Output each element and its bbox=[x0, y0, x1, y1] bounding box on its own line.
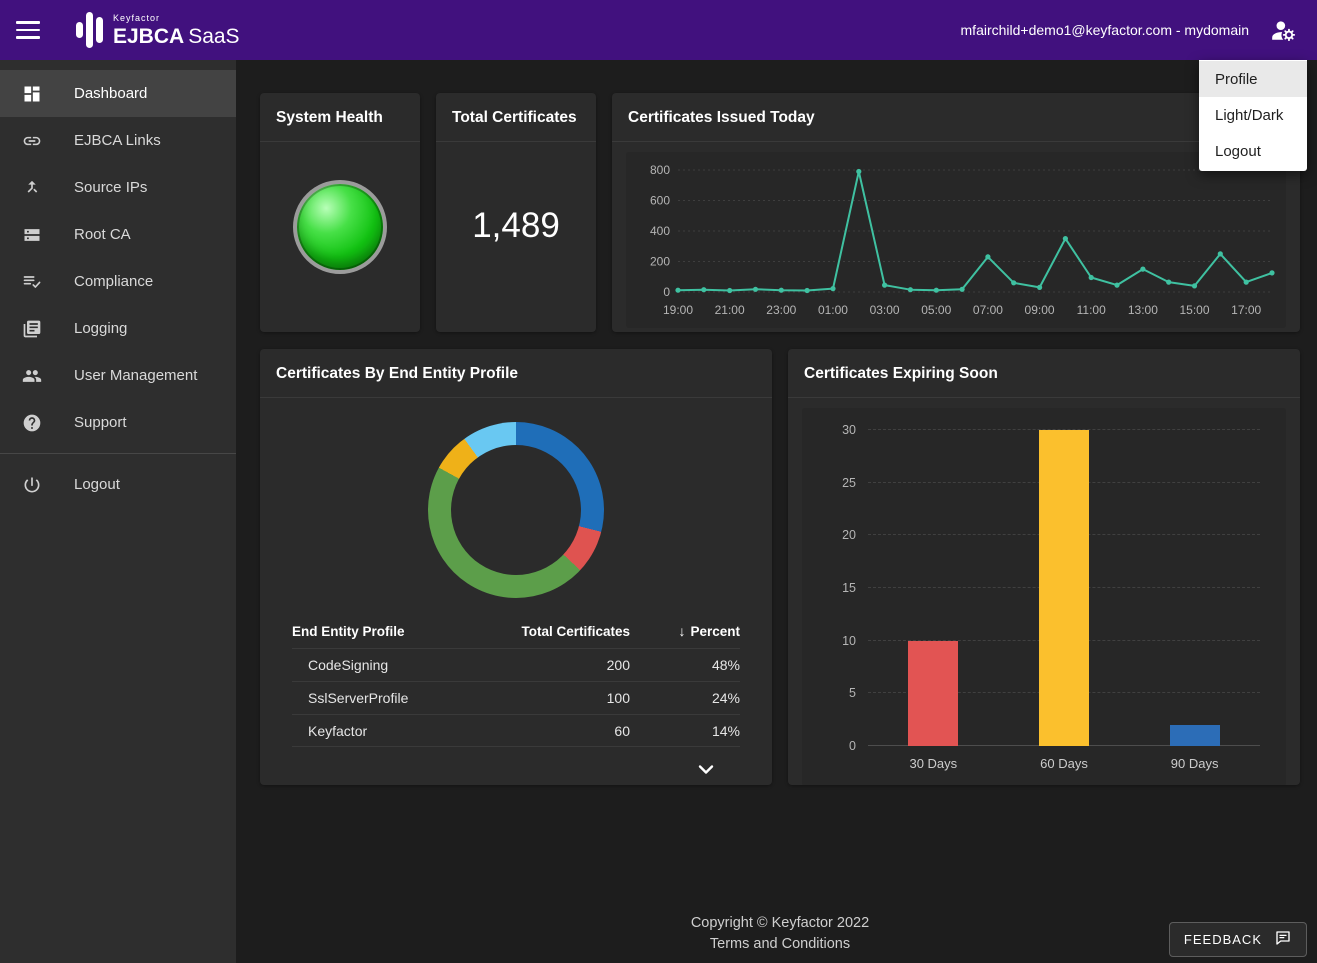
link-icon bbox=[22, 131, 42, 151]
library-icon bbox=[22, 319, 42, 339]
column-header-profile[interactable]: End Entity Profile bbox=[292, 624, 460, 639]
feedback-bubble-icon bbox=[1274, 929, 1292, 950]
svg-text:19:00: 19:00 bbox=[663, 303, 693, 317]
sidebar-divider bbox=[0, 453, 236, 454]
svg-text:200: 200 bbox=[650, 255, 670, 269]
total-certificates-card: Total Certificates 1,489 bbox=[436, 93, 596, 332]
column-header-percent[interactable]: ↓Percent bbox=[630, 623, 740, 639]
svg-text:13:00: 13:00 bbox=[1128, 303, 1158, 317]
svg-text:05:00: 05:00 bbox=[921, 303, 951, 317]
brand-product: EJBCA bbox=[113, 25, 184, 48]
page-footer: Copyright © Keyfactor 2022 Terms and Con… bbox=[260, 913, 1300, 955]
brand-suffix: SaaS bbox=[188, 25, 239, 48]
brand-company: Keyfactor bbox=[113, 14, 240, 23]
bar-90-days bbox=[1170, 725, 1220, 746]
sidebar-item-logout[interactable]: Logout bbox=[0, 461, 236, 508]
certificates-issued-today-title: Certificates Issued Today bbox=[612, 93, 1300, 142]
expiring-bar-chart: 05101520253030 Days60 Days90 Days bbox=[802, 408, 1286, 785]
svg-text:07:00: 07:00 bbox=[973, 303, 1003, 317]
system-health-card: System Health bbox=[260, 93, 420, 332]
svg-text:03:00: 03:00 bbox=[870, 303, 900, 317]
table-row[interactable]: Keyfactor6014% bbox=[292, 714, 740, 747]
sidebar-item-user-management[interactable]: User Management bbox=[0, 352, 236, 399]
certificates-by-profile-card: Certificates By End Entity Profile End E… bbox=[260, 349, 772, 785]
sidebar-item-dashboard[interactable]: Dashboard bbox=[0, 70, 236, 117]
system-health-indicator bbox=[293, 180, 387, 274]
column-header-total[interactable]: Total Certificates bbox=[460, 624, 630, 639]
keyfactor-logo-icon bbox=[76, 9, 103, 51]
table-row[interactable]: CodeSigning20048% bbox=[292, 648, 740, 681]
bar-60-days bbox=[1039, 430, 1089, 746]
storage-icon bbox=[22, 225, 42, 245]
expand-table-button[interactable] bbox=[694, 757, 718, 784]
bar-30-days bbox=[908, 641, 958, 746]
menu-item-light-dark[interactable]: Light/Dark bbox=[1199, 97, 1307, 133]
sort-descending-icon: ↓ bbox=[678, 623, 685, 639]
account-settings-icon[interactable] bbox=[1265, 12, 1301, 48]
svg-text:23:00: 23:00 bbox=[766, 303, 796, 317]
total-certificates-value: 1,489 bbox=[436, 206, 596, 246]
bar-category-label: 60 Days bbox=[1040, 756, 1088, 771]
issued-today-line-chart: 800 600 400 200 0 19:00 21:00 23:00 01:00 03:00 05… bbox=[626, 152, 1286, 328]
power-icon bbox=[22, 475, 42, 495]
certificates-issued-today-card: Certificates Issued Today 80060040020001… bbox=[612, 93, 1300, 332]
terms-link[interactable]: Terms and Conditions bbox=[710, 936, 850, 952]
chevron-down-icon bbox=[694, 769, 718, 784]
svg-text:09:00: 09:00 bbox=[1025, 303, 1055, 317]
user-dropdown-menu: ProfileLight/DarkLogout bbox=[1199, 60, 1307, 171]
certificates-expiring-card: Certificates Expiring Soon 0510152025303… bbox=[788, 349, 1300, 785]
sidebar-item-root-ca[interactable]: Root CA bbox=[0, 211, 236, 258]
top-bar: Keyfactor EJBCASaaS mfairchild+demo1@key… bbox=[0, 0, 1317, 60]
menu-item-logout[interactable]: Logout bbox=[1199, 133, 1307, 169]
menu-icon[interactable] bbox=[16, 13, 50, 47]
end-entity-donut-chart bbox=[428, 422, 604, 598]
feedback-button[interactable]: FEEDBACK bbox=[1169, 922, 1307, 957]
svg-text:800: 800 bbox=[650, 163, 670, 177]
svg-text:15:00: 15:00 bbox=[1180, 303, 1210, 317]
sidebar: DashboardEJBCA LinksSource IPsRoot CACom… bbox=[0, 60, 236, 963]
sidebar-item-compliance[interactable]: Compliance bbox=[0, 258, 236, 305]
total-certificates-title: Total Certificates bbox=[436, 93, 596, 142]
certificates-by-profile-title: Certificates By End Entity Profile bbox=[260, 349, 772, 398]
sidebar-item-support[interactable]: Support bbox=[0, 399, 236, 446]
brand-logo: Keyfactor EJBCASaaS bbox=[76, 9, 240, 51]
end-entity-table: End Entity Profile Total Certificates ↓P… bbox=[292, 614, 740, 747]
sidebar-item-logging[interactable]: Logging bbox=[0, 305, 236, 352]
table-header-row: End Entity Profile Total Certificates ↓P… bbox=[292, 614, 740, 648]
checklist-icon bbox=[22, 272, 42, 292]
merge-arrows-icon bbox=[22, 178, 42, 198]
people-icon bbox=[22, 366, 42, 386]
sidebar-item-ejbca-links[interactable]: EJBCA Links bbox=[0, 117, 236, 164]
sidebar-item-source-ips[interactable]: Source IPs bbox=[0, 164, 236, 211]
svg-text:21:00: 21:00 bbox=[715, 303, 745, 317]
svg-text:600: 600 bbox=[650, 194, 670, 208]
svg-text:01:00: 01:00 bbox=[818, 303, 848, 317]
account-label: mfairchild+demo1@keyfactor.com - mydomai… bbox=[961, 22, 1249, 38]
bar-category-label: 30 Days bbox=[909, 756, 957, 771]
help-icon bbox=[22, 413, 42, 433]
system-health-title: System Health bbox=[260, 93, 420, 142]
menu-item-profile[interactable]: Profile bbox=[1199, 61, 1307, 97]
svg-text:0: 0 bbox=[663, 285, 670, 299]
dashboard-icon bbox=[22, 84, 42, 104]
table-row[interactable]: SslServerProfile10024% bbox=[292, 681, 740, 714]
svg-text:400: 400 bbox=[650, 224, 670, 238]
svg-text:11:00: 11:00 bbox=[1077, 303, 1106, 317]
copyright-text: Copyright © Keyfactor 2022 bbox=[260, 913, 1300, 934]
main-content: System Health Total Certificates 1,489 C… bbox=[236, 60, 1317, 963]
svg-text:17:00: 17:00 bbox=[1231, 303, 1261, 317]
certificates-expiring-title: Certificates Expiring Soon bbox=[788, 349, 1300, 398]
bar-category-label: 90 Days bbox=[1171, 756, 1219, 771]
